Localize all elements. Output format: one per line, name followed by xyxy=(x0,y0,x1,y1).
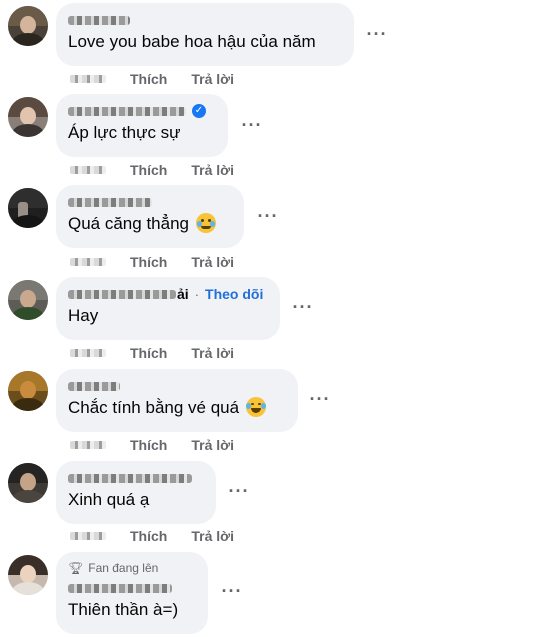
avatar[interactable] xyxy=(8,555,48,595)
like-link[interactable]: Thích xyxy=(130,71,167,87)
reply-link[interactable]: Trả lời xyxy=(191,528,234,544)
comment-bubble: Love you babe hoa hậu của năm xyxy=(56,3,354,66)
more-horizontal-icon[interactable]: ··· xyxy=(256,207,280,233)
trophy-icon: 🏆︎ xyxy=(68,561,84,575)
like-link[interactable]: Thích xyxy=(130,162,167,178)
avatar[interactable] xyxy=(8,371,48,411)
comment-bubble: ải · Theo dõi Hay xyxy=(56,277,280,340)
comment-bubble: 🏆︎ Fan đang lên Thiên thần à=) xyxy=(56,552,208,634)
timestamp-blurred[interactable] xyxy=(70,75,106,83)
author-name-blurred[interactable] xyxy=(68,106,186,116)
comment-actions: Thích Trả lời xyxy=(70,344,234,362)
timestamp-blurred[interactable] xyxy=(70,349,106,357)
reply-link[interactable]: Trả lời xyxy=(191,437,234,453)
comment-text: Love you babe hoa hậu của năm xyxy=(68,32,316,51)
reply-link[interactable]: Trả lời xyxy=(191,254,234,270)
comment-text: Thiên thần à=) xyxy=(68,600,179,619)
avatar[interactable] xyxy=(8,6,48,46)
timestamp-blurred[interactable] xyxy=(70,532,106,540)
author-name-blurred[interactable] xyxy=(68,197,152,207)
more-horizontal-icon[interactable]: ··· xyxy=(365,25,389,51)
verified-badge-icon: ✓ xyxy=(192,104,206,118)
author-name-blurred[interactable] xyxy=(68,381,120,391)
more-horizontal-icon[interactable]: ··· xyxy=(227,482,251,508)
comment-text: Quá căng thẳng xyxy=(68,213,232,235)
comment-text: Áp lực thực sự xyxy=(68,123,181,142)
author-name-blurred[interactable]: ải xyxy=(68,286,189,302)
more-horizontal-icon[interactable]: ··· xyxy=(308,390,332,416)
comment-bubble: ✓ Áp lực thực sự xyxy=(56,94,228,157)
separator-dot: · xyxy=(194,286,200,302)
reply-link[interactable]: Trả lời xyxy=(191,71,234,87)
reply-link[interactable]: Trả lời xyxy=(191,345,234,361)
avatar[interactable] xyxy=(8,280,48,320)
like-link[interactable]: Thích xyxy=(130,254,167,270)
comment-text: Chắc tính bằng vé quá xyxy=(68,397,286,419)
comment-actions: Thích Trả lời xyxy=(70,70,234,88)
crying-emoji-icon xyxy=(195,213,216,233)
comment-text: Xinh quá ạ xyxy=(68,490,150,509)
comment-text: Hay xyxy=(68,306,99,325)
comment-actions: Thích Trả lời xyxy=(70,527,234,545)
timestamp-blurred[interactable] xyxy=(70,258,106,266)
comment-bubble: Chắc tính bằng vé quá xyxy=(56,369,298,432)
comment-bubble: Xinh quá ạ xyxy=(56,461,216,524)
more-horizontal-icon[interactable]: ··· xyxy=(220,582,244,608)
timestamp-blurred[interactable] xyxy=(70,166,106,174)
comment-bubble: Quá căng thẳng xyxy=(56,185,244,248)
laughing-tears-emoji-icon xyxy=(245,397,266,417)
avatar[interactable] xyxy=(8,463,48,503)
comment-actions: Thích Trả lời xyxy=(70,161,234,179)
fan-badge-label: Fan đang lên xyxy=(88,561,159,575)
comment-actions: Thích Trả lời xyxy=(70,436,234,454)
fan-badge: 🏆︎ Fan đang lên xyxy=(68,560,196,576)
more-horizontal-icon[interactable]: ··· xyxy=(240,116,264,142)
more-horizontal-icon[interactable]: ··· xyxy=(291,298,315,324)
avatar[interactable] xyxy=(8,188,48,228)
author-name-blurred[interactable] xyxy=(68,15,130,25)
like-link[interactable]: Thích xyxy=(130,345,167,361)
avatar[interactable] xyxy=(8,97,48,137)
like-link[interactable]: Thích xyxy=(130,528,167,544)
follow-link[interactable]: Theo dõi xyxy=(205,286,263,302)
like-link[interactable]: Thích xyxy=(130,437,167,453)
comment-actions: Thích Trả lời xyxy=(70,253,234,271)
timestamp-blurred[interactable] xyxy=(70,441,106,449)
author-name-blurred[interactable] xyxy=(68,583,172,593)
reply-link[interactable]: Trả lời xyxy=(191,162,234,178)
author-name-blurred[interactable] xyxy=(68,473,192,483)
